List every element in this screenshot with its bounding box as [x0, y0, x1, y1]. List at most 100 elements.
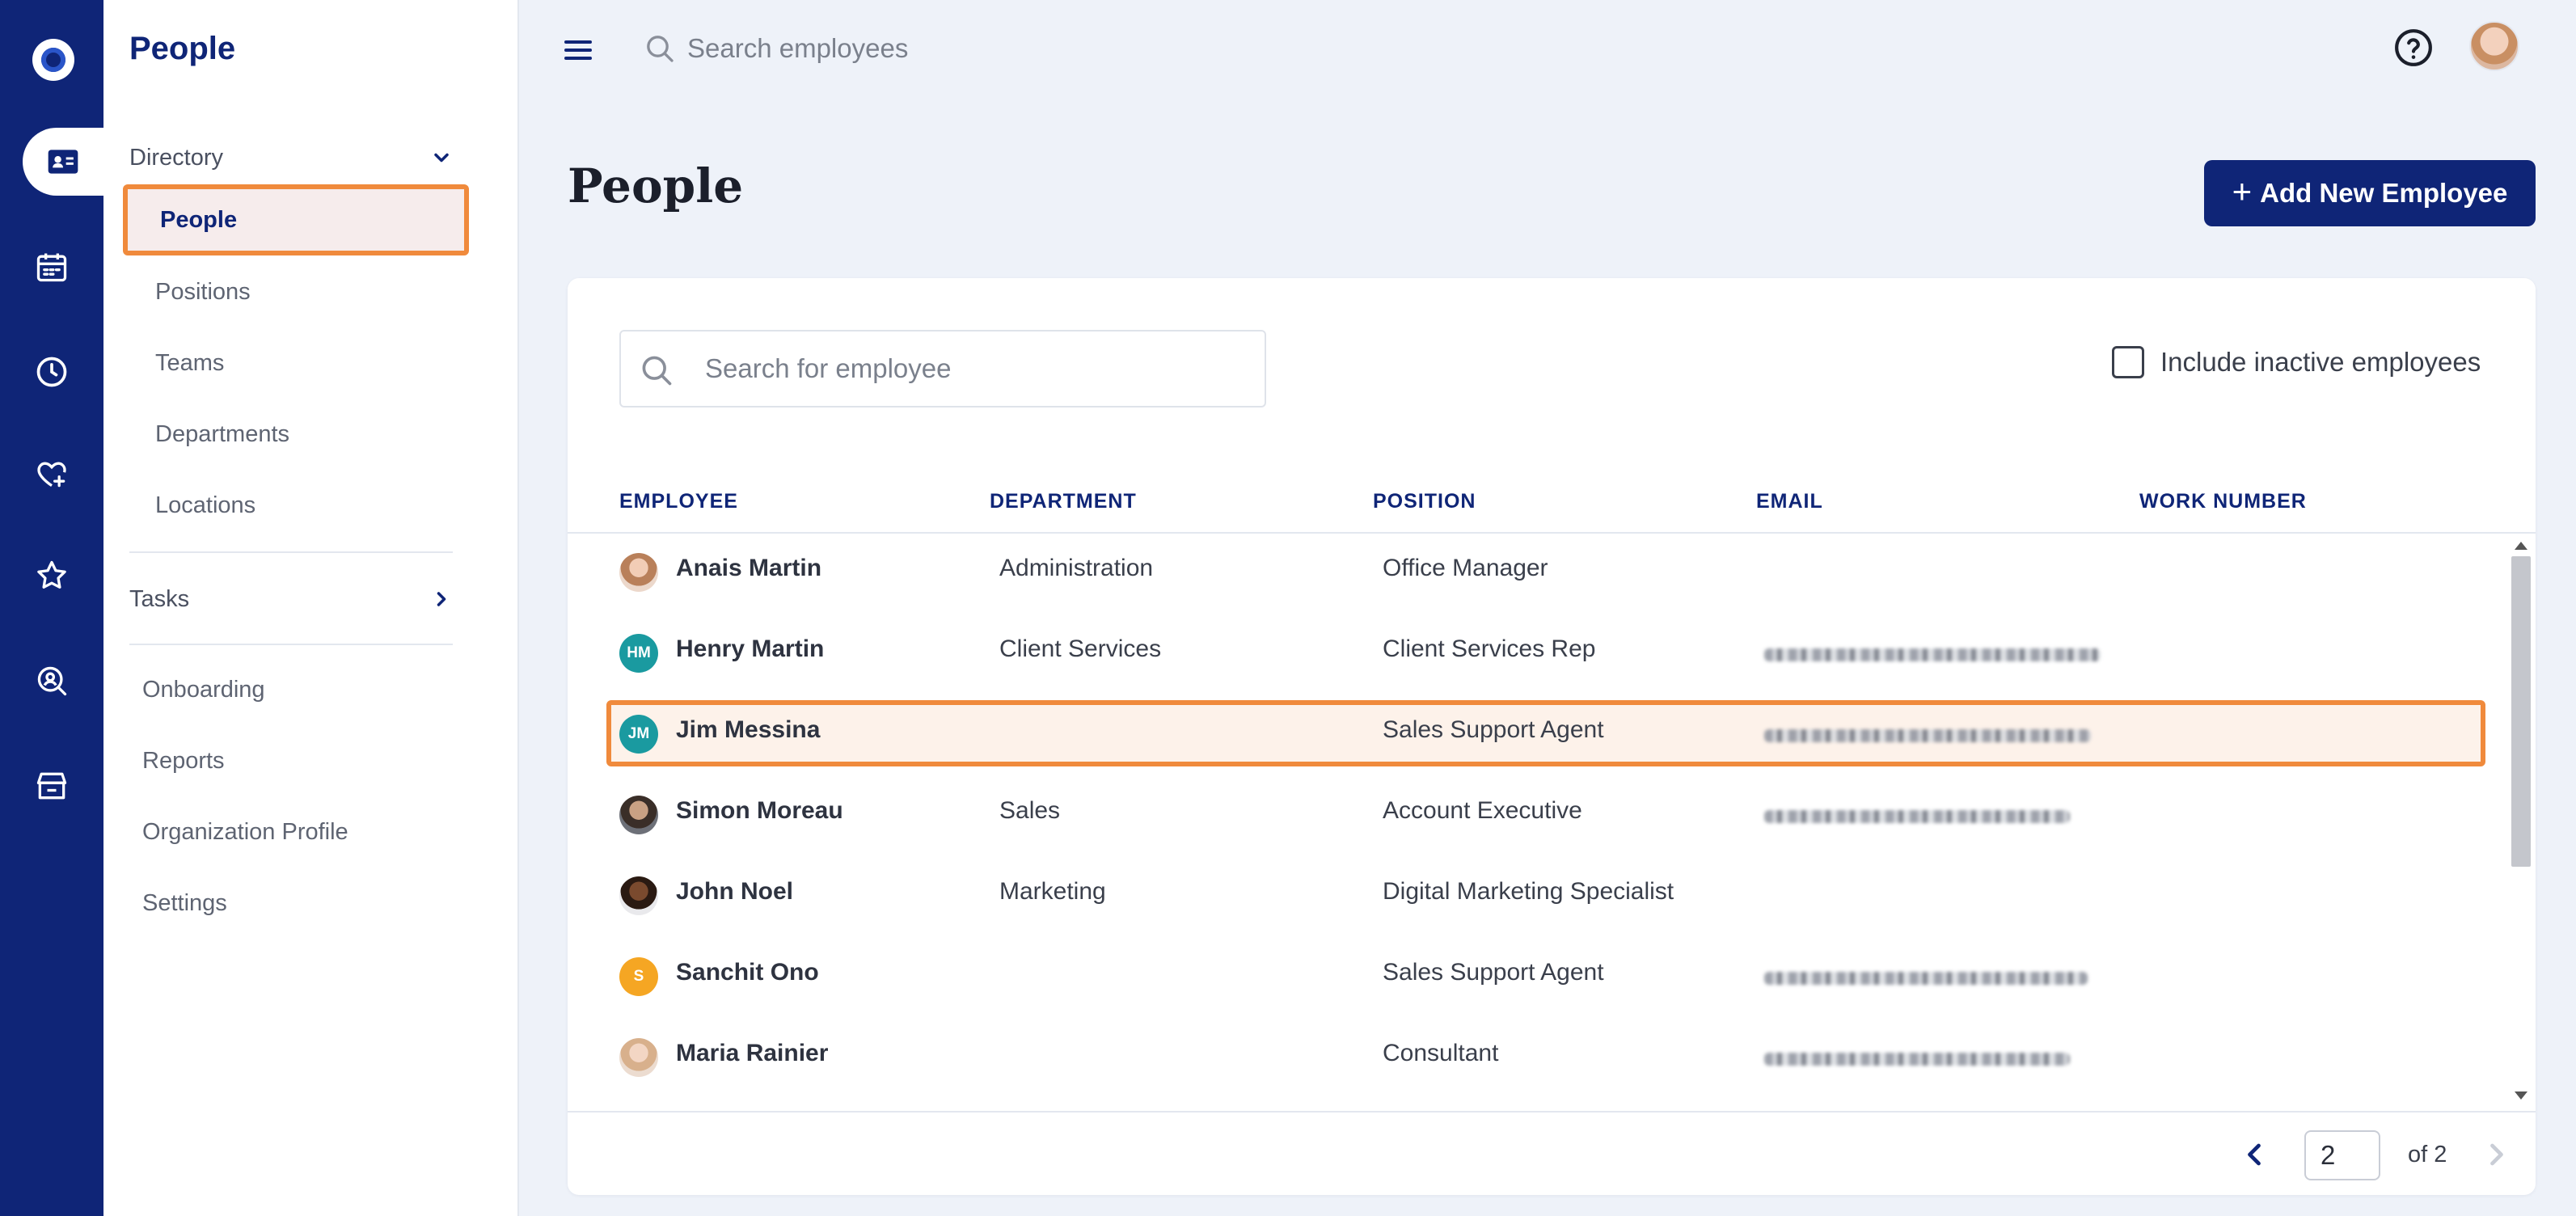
search-icon [642, 356, 672, 386]
column-header-email[interactable]: EMAIL [1756, 490, 1823, 513]
table-row[interactable]: Simon Moreau Sales Account Executive [568, 778, 2508, 859]
employee-table-card: Include inactive employees EMPLOYEE DEPA… [568, 278, 2536, 1195]
sidebar-group-label: Directory [129, 144, 224, 171]
employee-position: Sales Support Agent [1383, 716, 1604, 743]
employee-department: Administration [999, 555, 1154, 581]
id-card-icon [48, 150, 78, 174]
sidebar: People Directory People Positions Teams … [103, 0, 519, 1216]
help-icon[interactable] [2393, 27, 2434, 68]
rail-item-time[interactable] [0, 338, 103, 406]
chevron-left-icon[interactable] [2236, 1137, 2272, 1172]
global-search-input[interactable] [687, 26, 1334, 71]
employee-email-redacted [1764, 972, 2088, 985]
employee-avatar: JM [619, 715, 658, 754]
employee-position: Client Services Rep [1383, 635, 1596, 662]
employee-department: Sales [999, 797, 1061, 824]
employee-name[interactable]: Jim Messina [676, 716, 820, 744]
include-inactive-toggle[interactable]: Include inactive employees [2112, 346, 2481, 378]
rail-item-directory[interactable] [23, 128, 103, 196]
scrollbar-thumb[interactable] [2511, 556, 2531, 867]
employee-name[interactable]: Henry Martin [676, 635, 824, 663]
search-icon [647, 36, 674, 62]
app-rail [0, 0, 103, 1216]
scroll-up-icon[interactable] [2515, 542, 2527, 550]
table-row[interactable]: John Noel Marketing Digital Marketing Sp… [568, 859, 2508, 939]
sidebar-title: People [129, 31, 236, 66]
employee-email-redacted [1764, 648, 2101, 661]
column-header-work-number[interactable]: WORK NUMBER [2139, 490, 2307, 513]
rail-item-performance[interactable] [0, 542, 103, 610]
sidebar-group-directory[interactable]: Directory [129, 137, 453, 178]
logo-icon[interactable] [32, 39, 74, 81]
user-avatar[interactable] [2469, 21, 2519, 71]
employee-name[interactable]: Sanchit Ono [676, 959, 819, 986]
plus-icon: + [2232, 172, 2253, 210]
table-row[interactable]: Anais Martin Administration Office Manag… [568, 535, 2508, 616]
pagination: of 2 [568, 1111, 2536, 1195]
rail-item-calendar[interactable] [0, 233, 103, 301]
include-inactive-checkbox[interactable] [2112, 346, 2144, 378]
table-row[interactable]: Maria Rainier Consultant [568, 1020, 2508, 1101]
employee-avatar: S [619, 957, 658, 996]
table-row-highlighted[interactable]: JM Jim Messina Sales Support Agent [568, 697, 2508, 778]
employee-email-redacted [1764, 810, 2070, 823]
chevron-right-icon[interactable] [2479, 1137, 2515, 1172]
sidebar-item-people[interactable]: People [123, 184, 469, 255]
employee-position: Sales Support Agent [1383, 959, 1604, 986]
page-count-label: of 2 [2408, 1142, 2447, 1167]
employee-position: Digital Marketing Specialist [1383, 878, 1674, 905]
rail-item-recruiting[interactable] [0, 647, 103, 715]
sidebar-item-locations[interactable]: Locations [155, 485, 255, 526]
add-new-employee-button[interactable]: + Add New Employee [2204, 160, 2536, 226]
heart-plus-icon [37, 462, 66, 488]
rail-item-benefits[interactable] [0, 440, 103, 508]
scroll-down-icon[interactable] [2515, 1091, 2527, 1100]
sidebar-group-label: Tasks [129, 585, 190, 612]
sidebar-item-organization-profile[interactable]: Organization Profile [142, 812, 348, 852]
menu-toggle-button[interactable] [564, 40, 592, 61]
table-body: Anais Martin Administration Office Manag… [568, 535, 2508, 1106]
star-icon [37, 560, 66, 589]
sidebar-item-teams[interactable]: Teams [155, 343, 224, 383]
column-header-employee[interactable]: EMPLOYEE [619, 490, 738, 513]
sidebar-item-settings[interactable]: Settings [142, 883, 227, 923]
rail-item-marketplace[interactable] [0, 752, 103, 820]
employee-avatar [619, 553, 658, 592]
employee-name[interactable]: John Noel [676, 878, 793, 906]
include-inactive-label: Include inactive employees [2160, 347, 2481, 377]
employee-department: Client Services [999, 635, 1162, 662]
sidebar-item-positions[interactable]: Positions [155, 272, 251, 312]
employee-position: Account Executive [1383, 797, 1582, 824]
employee-avatar: HM [619, 634, 658, 673]
employee-search-input[interactable] [705, 331, 1255, 406]
table-row[interactable]: S Sanchit Ono Sales Support Agent [568, 939, 2508, 1020]
clock-icon [36, 357, 67, 387]
add-new-employee-label: Add New Employee [2260, 178, 2508, 208]
employee-department: Marketing [999, 878, 1106, 905]
employee-email-redacted [1764, 729, 2091, 742]
chevron-down-icon [434, 153, 449, 163]
calendar-icon [36, 253, 67, 282]
sidebar-group-tasks[interactable]: Tasks [129, 579, 453, 619]
sidebar-item-onboarding[interactable]: Onboarding [142, 669, 265, 710]
sidebar-item-reports[interactable]: Reports [142, 741, 225, 781]
employee-position: Office Manager [1383, 555, 1548, 581]
employee-name[interactable]: Simon Moreau [676, 797, 843, 825]
employee-search-box [619, 330, 1266, 407]
employee-avatar [619, 1038, 658, 1077]
employee-email-redacted [1764, 1053, 2070, 1066]
employee-position: Consultant [1383, 1040, 1499, 1066]
page-number-input[interactable] [2304, 1130, 2380, 1180]
person-search-icon [37, 666, 67, 696]
divider [129, 644, 453, 645]
table-scrollbar[interactable] [2510, 535, 2532, 1106]
sidebar-item-departments[interactable]: Departments [155, 414, 289, 454]
employee-name[interactable]: Maria Rainier [676, 1040, 828, 1067]
column-header-position[interactable]: POSITION [1373, 490, 1476, 513]
column-header-department[interactable]: DEPARTMENT [990, 490, 1137, 513]
page-title: People [568, 158, 744, 213]
employee-name[interactable]: Anais Martin [676, 555, 821, 582]
table-row[interactable]: HM Henry Martin Client Services Client S… [568, 616, 2508, 697]
divider [129, 551, 453, 553]
chevron-right-icon [437, 592, 446, 606]
